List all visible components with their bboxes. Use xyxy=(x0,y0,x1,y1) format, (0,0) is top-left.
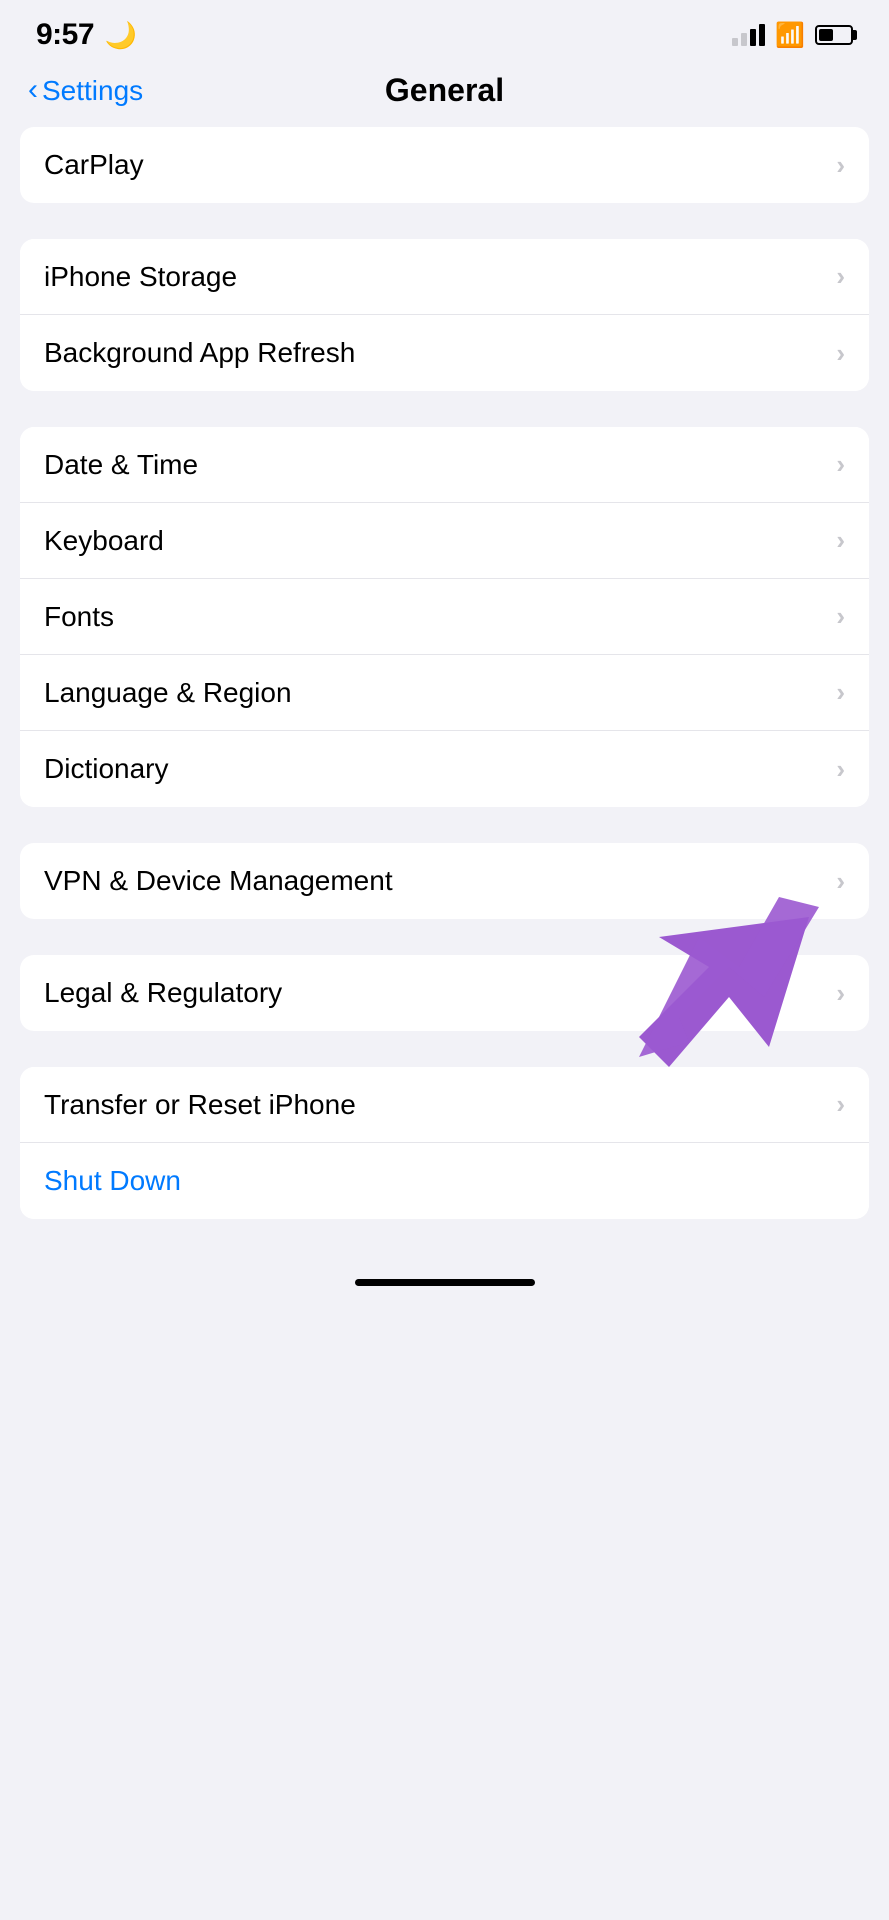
purple-arrow-icon xyxy=(599,887,839,1087)
shut-down-label: Shut Down xyxy=(44,1165,181,1197)
carplay-chevron-icon: › xyxy=(836,150,845,181)
dictionary-label: Dictionary xyxy=(44,753,168,785)
iphone-storage-row[interactable]: iPhone Storage › xyxy=(20,239,869,315)
dictionary-chevron-icon: › xyxy=(836,754,845,785)
clock: 9:57 xyxy=(36,18,94,51)
transfer-reset-label: Transfer or Reset iPhone xyxy=(44,1089,356,1121)
fonts-label: Fonts xyxy=(44,601,114,633)
keyboard-row[interactable]: Keyboard › xyxy=(20,503,869,579)
background-app-refresh-row[interactable]: Background App Refresh › xyxy=(20,315,869,391)
carplay-section: CarPlay › xyxy=(20,127,869,203)
status-icons: 📶 xyxy=(732,21,853,50)
vpn-device-management-label: VPN & Device Management xyxy=(44,865,393,897)
language-region-chevron-icon: › xyxy=(836,677,845,708)
back-chevron-icon: ‹ xyxy=(28,75,38,105)
shut-down-row[interactable]: Shut Down xyxy=(20,1143,869,1219)
status-bar: 9:57 🌙 📶 xyxy=(0,0,889,62)
locale-section: Date & Time › Keyboard › Fonts › Languag… xyxy=(20,427,869,807)
iphone-storage-chevron-icon: › xyxy=(836,261,845,292)
fonts-chevron-icon: › xyxy=(836,601,845,632)
transfer-reset-chevron-icon: › xyxy=(836,1089,845,1120)
date-time-row[interactable]: Date & Time › xyxy=(20,427,869,503)
battery-icon xyxy=(815,25,853,45)
date-time-label: Date & Time xyxy=(44,449,198,481)
wifi-icon: 📶 xyxy=(775,21,805,50)
carplay-label: CarPlay xyxy=(44,149,144,181)
page-title: General xyxy=(385,72,504,109)
legal-regulatory-label: Legal & Regulatory xyxy=(44,977,282,1009)
background-app-refresh-label: Background App Refresh xyxy=(44,337,355,369)
carplay-row[interactable]: CarPlay › xyxy=(20,127,869,203)
storage-section: iPhone Storage › Background App Refresh … xyxy=(20,239,869,391)
keyboard-label: Keyboard xyxy=(44,525,164,557)
nav-bar: ‹ Settings General xyxy=(0,62,889,127)
settings-content: CarPlay › iPhone Storage › Background Ap… xyxy=(0,127,889,1219)
status-time-area: 9:57 🌙 xyxy=(36,18,137,52)
back-button[interactable]: ‹ Settings xyxy=(28,75,143,107)
date-time-chevron-icon: › xyxy=(836,449,845,480)
language-region-label: Language & Region xyxy=(44,677,292,709)
reset-section: Transfer or Reset iPhone › Shut Down xyxy=(20,1067,869,1219)
home-indicator-area xyxy=(0,1279,889,1310)
moon-icon: 🌙 xyxy=(105,20,137,50)
dictionary-row[interactable]: Dictionary › xyxy=(20,731,869,807)
reset-section-wrapper: Transfer or Reset iPhone › Shut Down xyxy=(20,1067,869,1219)
iphone-storage-label: iPhone Storage xyxy=(44,261,237,293)
keyboard-chevron-icon: › xyxy=(836,525,845,556)
back-label: Settings xyxy=(42,75,143,107)
background-app-refresh-chevron-icon: › xyxy=(836,338,845,369)
signal-strength-icon xyxy=(732,24,765,46)
fonts-row[interactable]: Fonts › xyxy=(20,579,869,655)
language-region-row[interactable]: Language & Region › xyxy=(20,655,869,731)
home-indicator xyxy=(355,1279,535,1286)
